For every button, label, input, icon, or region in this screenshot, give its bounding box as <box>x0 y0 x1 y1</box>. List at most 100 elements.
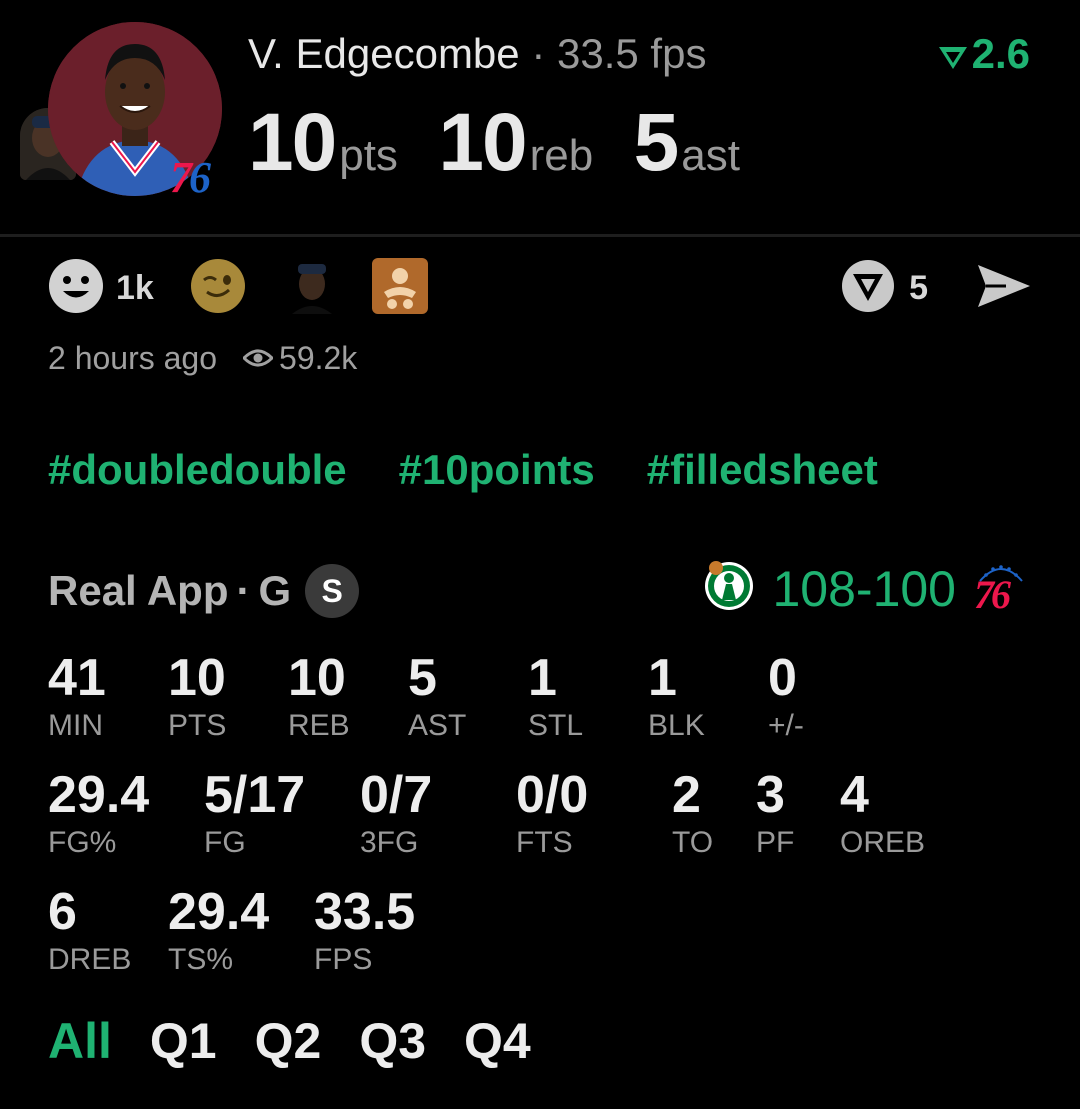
send-icon[interactable] <box>976 261 1032 316</box>
stat-value: 10 <box>288 649 346 707</box>
stat-reb: 10 REB <box>288 650 350 746</box>
player-name[interactable]: V. Edgecombe <box>248 30 520 77</box>
stat-value: 1 <box>528 649 557 707</box>
stat-label: OREB <box>840 826 926 859</box>
reaction-count[interactable]: 1k <box>116 269 154 308</box>
stat-label: TO <box>672 826 714 859</box>
tab-q1[interactable]: Q1 <box>150 1012 217 1070</box>
celtics-logo-icon <box>704 558 754 619</box>
team-logo-76ers: 76 <box>170 153 211 202</box>
stat-fg: 5/17 FG <box>204 767 305 863</box>
stat-source: Real App · G S <box>48 564 360 618</box>
stat-value: 29.4 <box>48 766 150 824</box>
stat-value: 0/0 <box>516 766 589 824</box>
headline-rebounds-unit: reb <box>529 131 594 180</box>
post-actions: 5 <box>841 259 1032 318</box>
stat-label: AST <box>408 709 467 742</box>
headline-assists-unit: ast <box>681 131 740 180</box>
stat-fg-pct: 29.4 FG% <box>48 767 149 863</box>
tab-q4[interactable]: Q4 <box>464 1012 531 1070</box>
player-reaction-icon[interactable] <box>283 257 340 319</box>
rating-value: 2.6 <box>971 30 1030 77</box>
stat-value: 3 <box>756 766 785 824</box>
stat-value: 1 <box>648 649 677 707</box>
stat-dreb: 6 DREB <box>48 884 131 980</box>
stat-plus-minus: 0 +/- <box>768 650 804 746</box>
stat-label: FPS <box>314 943 373 976</box>
sixers-logo-text: 76 <box>974 571 1011 617</box>
tab-q3[interactable]: Q3 <box>359 1012 426 1070</box>
stat-label: FG <box>204 826 246 859</box>
stat-value: 29.4 <box>168 883 270 941</box>
view-count-value: 59.2k <box>279 340 358 376</box>
hashtags: #doubledouble #10points #filledsheet <box>48 446 930 494</box>
timestamp: 2 hours ago <box>48 340 218 376</box>
stat-value: 2 <box>672 766 701 824</box>
stat-value: 0 <box>768 649 797 707</box>
stat-value: 5/17 <box>204 766 306 824</box>
stat-label: MIN <box>48 709 103 742</box>
view-count: 59.2k <box>241 340 358 377</box>
headline-assists-value: 5 <box>633 97 680 188</box>
stat-to: 2 TO <box>672 767 713 863</box>
stat-pf: 3 PF <box>756 767 794 863</box>
score-winner: 108 <box>772 560 856 617</box>
headline-points-value: 10 <box>248 97 337 188</box>
stat-label: STL <box>528 709 584 742</box>
starter-badge: S <box>305 564 360 618</box>
stat-fps: 33.5 FPS <box>314 884 415 980</box>
stat-min: 41 MIN <box>48 650 106 746</box>
stat-value: 33.5 <box>314 883 416 941</box>
rating[interactable]: 2.6 <box>938 30 1030 81</box>
stat-label: PF <box>756 826 795 859</box>
hashtag[interactable]: #10points <box>399 446 595 494</box>
real-logo-icon <box>938 33 968 81</box>
stat-oreb: 4 OREB <box>840 767 925 863</box>
stat-label: PTS <box>168 709 227 742</box>
smiley-reaction-icon[interactable] <box>48 258 104 319</box>
divider <box>0 234 1080 237</box>
stat-value: 5 <box>408 649 437 707</box>
hashtag[interactable]: #doubledouble <box>48 446 347 494</box>
stat-fts: 0/0 FTS <box>516 767 588 863</box>
hashtag[interactable]: #filledsheet <box>647 446 878 494</box>
stat-label: 3FG <box>360 826 419 859</box>
stat-label: +/- <box>768 709 804 742</box>
source-name: Real App <box>48 567 229 614</box>
wink-emoji-icon[interactable] <box>190 258 246 319</box>
tab-q2[interactable]: Q2 <box>255 1012 322 1070</box>
stat-label: TS% <box>168 943 234 976</box>
stat-label: BLK <box>648 709 705 742</box>
eye-icon <box>241 340 275 377</box>
name-separator: · <box>531 30 546 77</box>
stat-stl: 1 STL <box>528 650 583 746</box>
stat-value: 41 <box>48 649 106 707</box>
stat-pts: 10 PTS <box>168 650 226 746</box>
headline-stats: 10pts 10reb 5ast <box>248 96 776 190</box>
stat-blk: 1 BLK <box>648 650 705 746</box>
source-separator: · <box>236 567 251 614</box>
score: 108-100 <box>772 560 956 618</box>
stat-label: FG% <box>48 826 117 859</box>
post-meta: 2 hours ago 59.2k <box>48 340 357 377</box>
stat-label: REB <box>288 709 350 742</box>
stat-value: 0/7 <box>360 766 433 824</box>
score-loser: 100 <box>872 560 956 617</box>
stat-3fg: 0/7 3FG <box>360 767 432 863</box>
headline-rebounds-value: 10 <box>438 97 527 188</box>
player-position: G <box>258 567 292 614</box>
coin-count[interactable]: 5 <box>909 269 928 308</box>
sixers-logo-icon: 76 <box>974 561 1024 617</box>
player-name-line[interactable]: V. Edgecombe · 33.5 fps <box>248 30 706 78</box>
tab-all[interactable]: All <box>48 1012 112 1070</box>
game-score[interactable]: 108-100 76 <box>704 558 1024 619</box>
baby-reaction-icon[interactable] <box>371 257 428 319</box>
reactions-bar: 1k <box>48 257 428 319</box>
stat-value: 10 <box>168 649 226 707</box>
real-coin-icon[interactable] <box>841 259 895 318</box>
stat-ast: 5 AST <box>408 650 466 746</box>
headline-points-unit: pts <box>339 131 398 180</box>
quarter-tabs: All Q1 Q2 Q3 Q4 <box>48 1012 569 1070</box>
stat-value: 6 <box>48 883 77 941</box>
stat-ts-pct: 29.4 TS% <box>168 884 269 980</box>
